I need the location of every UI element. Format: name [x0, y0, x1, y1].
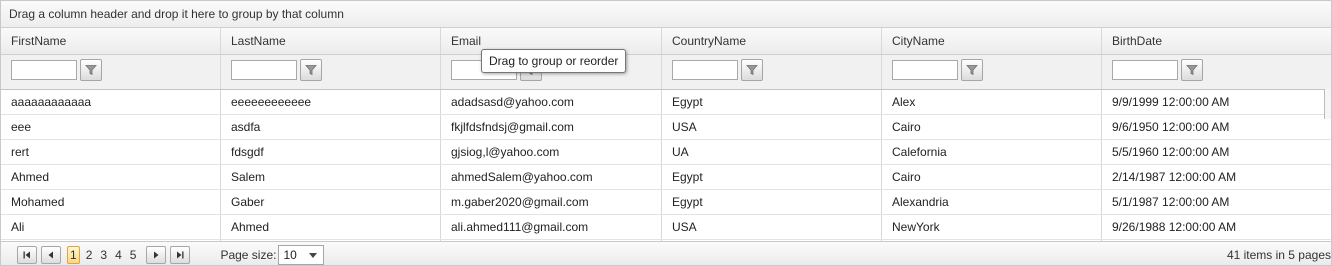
- filter-button-birthdate[interactable]: [1181, 59, 1203, 81]
- table-cell[interactable]: Alex: [882, 90, 1102, 114]
- table-cell[interactable]: 9/6/1950 12:00:00 AM: [1102, 115, 1331, 139]
- filter-cell: [1102, 55, 1331, 89]
- table-cell[interactable]: Ahmed: [221, 215, 441, 239]
- filter-icon: [966, 65, 978, 76]
- table-cell[interactable]: USA: [662, 115, 882, 139]
- table-cell[interactable]: aaaaaaaaaaaa: [1, 90, 221, 114]
- next-page-button[interactable]: [146, 246, 167, 264]
- table-cell[interactable]: Alexandria: [882, 190, 1102, 214]
- table-row[interactable]: rert fdsgdf gjsiog,l@yahoo.com UA Calefo…: [1, 140, 1331, 165]
- table-cell[interactable]: Salem: [221, 165, 441, 189]
- column-header-lastname[interactable]: LastName: [221, 28, 441, 54]
- filter-icon: [85, 65, 97, 76]
- pager: 1 2 3 4 5 Page size: 10 41 items in 5 pa…: [1, 241, 1331, 265]
- drag-tooltip: Drag to group or reorder: [481, 49, 627, 73]
- filter-cell: [882, 55, 1102, 89]
- table-cell[interactable]: Calefornia: [882, 140, 1102, 164]
- page-size-dropdown[interactable]: 10: [278, 245, 325, 265]
- filter-cell: [221, 55, 441, 89]
- table-cell[interactable]: 5/5/1960 12:00:00 AM: [1102, 140, 1331, 164]
- filter-icon: [746, 65, 758, 76]
- filter-input-firstname[interactable]: [11, 60, 77, 80]
- table-cell[interactable]: Ahmed: [1, 165, 221, 189]
- page-number-5[interactable]: 5: [130, 248, 137, 262]
- table-row[interactable]: Mohamed Gaber m.gaber2020@gmail.com Egyp…: [1, 190, 1331, 215]
- table-cell[interactable]: 9/26/1988 12:00:00 AM: [1102, 215, 1331, 239]
- page-number-4[interactable]: 4: [115, 248, 122, 262]
- group-panel[interactable]: Drag a column header and drop it here to…: [1, 1, 1331, 28]
- table-cell[interactable]: Egypt: [662, 190, 882, 214]
- table-cell[interactable]: gjsiog,l@yahoo.com: [441, 140, 662, 164]
- table-cell[interactable]: rert: [1, 140, 221, 164]
- page-number-1[interactable]: 1: [67, 246, 80, 264]
- table-cell[interactable]: 9/9/1999 12:00:00 AM: [1102, 90, 1331, 114]
- table-cell[interactable]: adadsasd@yahoo.com: [441, 90, 662, 114]
- table-cell[interactable]: ali.ahmed111@gmail.com: [441, 215, 662, 239]
- page-size-value: 10: [283, 248, 297, 262]
- prev-page-icon: [48, 251, 53, 259]
- table-cell[interactable]: Egypt: [662, 90, 882, 114]
- table-cell[interactable]: m.gaber2020@gmail.com: [441, 190, 662, 214]
- filter-row: [1, 55, 1331, 90]
- table-cell[interactable]: 2/14/1987 12:00:00 AM: [1102, 165, 1331, 189]
- last-page-icon: [177, 251, 184, 259]
- page-number-3[interactable]: 3: [100, 248, 107, 262]
- table-cell[interactable]: Mohamed: [1, 190, 221, 214]
- items-info: 41 items in 5 pages: [1226, 248, 1331, 262]
- prev-page-button[interactable]: [41, 246, 61, 264]
- column-header-cityname[interactable]: CityName: [882, 28, 1102, 54]
- next-page-icon: [154, 251, 159, 259]
- table-cell[interactable]: USA: [662, 215, 882, 239]
- table-row[interactable]: Ahmed Salem ahmedSalem@yahoo.com Egypt C…: [1, 165, 1331, 190]
- filter-input-lastname[interactable]: [231, 60, 297, 80]
- page-size-label: Page size:: [220, 248, 277, 262]
- filter-button-countryname[interactable]: [741, 59, 763, 81]
- first-page-button[interactable]: [17, 246, 37, 264]
- data-grid: Drag a column header and drop it here to…: [0, 0, 1332, 266]
- column-header-firstname[interactable]: FirstName: [1, 28, 221, 54]
- filter-cell: [1, 55, 221, 89]
- filter-button-lastname[interactable]: [300, 59, 322, 81]
- table-cell[interactable]: UA: [662, 140, 882, 164]
- filter-button-cityname[interactable]: [961, 59, 983, 81]
- table-cell[interactable]: Cairo: [882, 165, 1102, 189]
- page-number-2[interactable]: 2: [86, 248, 93, 262]
- filter-icon: [305, 65, 317, 76]
- table-row[interactable]: eee asdfa fkjlfdsfndsj@gmail.com USA Cai…: [1, 115, 1331, 140]
- table-row[interactable]: aaaaaaaaaaaa eeeeeeeeeeee adadsasd@yahoo…: [1, 90, 1331, 115]
- table-cell[interactable]: Egypt: [662, 165, 882, 189]
- table-cell[interactable]: fkjlfdsfndsj@gmail.com: [441, 115, 662, 139]
- last-page-button[interactable]: [170, 246, 191, 264]
- filter-input-cityname[interactable]: [892, 60, 958, 80]
- table-cell[interactable]: ahmedSalem@yahoo.com: [441, 165, 662, 189]
- header-row: FirstName LastName Email CountryName Cit…: [1, 28, 1331, 55]
- table-body: aaaaaaaaaaaa eeeeeeeeeeee adadsasd@yahoo…: [1, 90, 1331, 246]
- filter-input-countryname[interactable]: [672, 60, 738, 80]
- filter-cell: [662, 55, 882, 89]
- table-cell[interactable]: fdsgdf: [221, 140, 441, 164]
- chevron-down-icon: [309, 253, 318, 258]
- table-cell[interactable]: eeeeeeeeeeee: [221, 90, 441, 114]
- table-cell[interactable]: eee: [1, 115, 221, 139]
- table-cell[interactable]: Cairo: [882, 115, 1102, 139]
- table-row[interactable]: Ali Ahmed ali.ahmed111@gmail.com USA New…: [1, 215, 1331, 240]
- table-cell[interactable]: Ali: [1, 215, 221, 239]
- table-cell[interactable]: 5/1/1987 12:00:00 AM: [1102, 190, 1331, 214]
- filter-input-birthdate[interactable]: [1112, 60, 1178, 80]
- table-cell[interactable]: Gaber: [221, 190, 441, 214]
- table-cell[interactable]: asdfa: [221, 115, 441, 139]
- column-header-birthdate[interactable]: BirthDate: [1102, 28, 1331, 54]
- vertical-scrollbar[interactable]: [1324, 89, 1331, 119]
- filter-button-firstname[interactable]: [80, 59, 102, 81]
- column-header-countryname[interactable]: CountryName: [662, 28, 882, 54]
- table-cell[interactable]: NewYork: [882, 215, 1102, 239]
- filter-icon: [1186, 65, 1198, 76]
- first-page-icon: [23, 251, 30, 259]
